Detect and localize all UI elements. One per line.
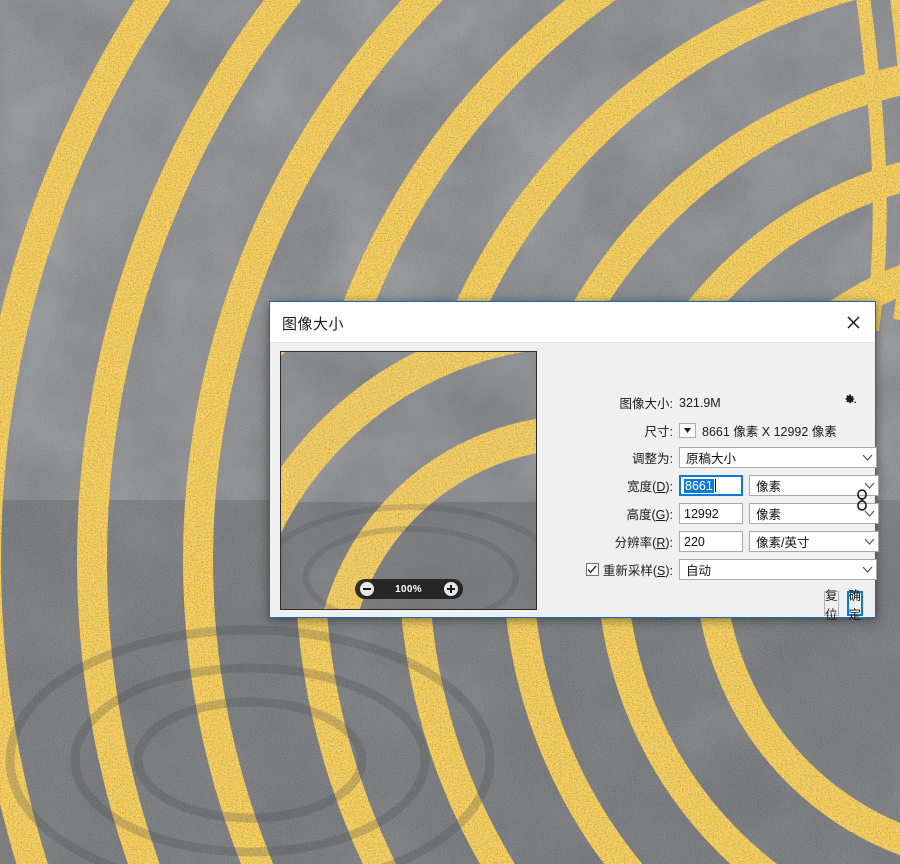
image-size-dialog[interactable]: 图像大小 100% 图像大小: 321.9M 尺寸: 8661 像素 X 129… <box>269 301 879 622</box>
fit-to-value: 原稿大小 <box>686 452 737 466</box>
chevron-down-icon <box>858 566 873 573</box>
chevron-down-icon <box>860 538 875 545</box>
ok-button[interactable]: 确定 <box>846 589 864 622</box>
dialog-footer: 复位 确定 <box>824 589 864 622</box>
height-value: 12992 <box>684 506 719 521</box>
resample-value: 自动 <box>686 564 712 578</box>
dialog-titlebar[interactable]: 图像大小 <box>270 302 875 343</box>
resolution-input[interactable]: 220 <box>679 531 743 552</box>
dialog-title: 图像大小 <box>282 316 345 333</box>
zoom-out-icon[interactable] <box>359 582 374 596</box>
image-size-readout: 图像大小: 321.9M <box>547 393 877 412</box>
chain-link-icon[interactable] <box>855 489 869 511</box>
resample-select[interactable]: 自动 <box>679 559 877 580</box>
width-input[interactable]: 8661 <box>679 475 743 496</box>
width-unit-value: 像素 <box>756 480 782 494</box>
resample-label: 重新采样(S): <box>547 560 679 579</box>
dimensions-unit-dropdown[interactable] <box>679 423 696 438</box>
preview-zoom-level: 100% <box>395 583 422 595</box>
chevron-down-icon <box>860 482 875 489</box>
height-input[interactable]: 12992 <box>679 503 743 524</box>
width-row: 宽度(D): 8661 像素 <box>547 475 879 496</box>
height-unit-value: 像素 <box>756 508 782 522</box>
resolution-value: 220 <box>684 534 705 549</box>
resample-label-text: 重新采样(S): <box>602 564 673 578</box>
dimensions-readout: 尺寸: 8661 像素 X 12992 像素 <box>547 421 877 440</box>
image-size-value: 321.9M <box>679 395 721 410</box>
image-size-form: 图像大小: 321.9M 尺寸: 8661 像素 X 12992 像素 调整为:… <box>547 343 879 622</box>
zoom-in-icon[interactable] <box>443 582 458 596</box>
fit-to-row: 调整为: 原稿大小 <box>547 447 877 468</box>
preview-thumbnail <box>281 352 536 609</box>
image-size-label: 图像大小: <box>619 397 673 411</box>
width-value: 8661 <box>684 478 714 493</box>
dimensions-value: 8661 像素 X 12992 像素 <box>702 425 837 439</box>
resolution-label: 分辨率(R): <box>614 536 673 550</box>
fit-to-select[interactable]: 原稿大小 <box>679 447 877 468</box>
resample-row: 重新采样(S): 自动 <box>547 559 877 580</box>
resample-checkbox[interactable] <box>585 563 599 576</box>
resolution-unit-value: 像素/英寸 <box>756 536 810 550</box>
resolution-row: 分辨率(R): 220 像素/英寸 <box>547 531 879 552</box>
height-row: 高度(G): 12992 像素 <box>547 503 879 524</box>
dimensions-label: 尺寸: <box>644 425 673 439</box>
image-preview[interactable]: 100% <box>280 351 537 610</box>
chevron-down-icon <box>860 510 875 517</box>
gear-icon[interactable] <box>843 391 863 407</box>
height-label: 高度(G): <box>626 508 673 522</box>
resolution-unit-select[interactable]: 像素/英寸 <box>749 531 879 552</box>
chevron-down-icon <box>858 454 873 461</box>
width-label: 宽度(D): <box>627 480 673 494</box>
reset-button[interactable]: 复位 <box>824 589 839 622</box>
preview-zoom-bar[interactable]: 100% <box>354 579 463 599</box>
fit-to-label: 调整为: <box>632 452 673 466</box>
close-icon[interactable] <box>831 302 875 342</box>
text-caret <box>714 479 716 492</box>
dialog-body: 100% 图像大小: 321.9M 尺寸: 8661 像素 X 12992 像素… <box>270 343 879 622</box>
